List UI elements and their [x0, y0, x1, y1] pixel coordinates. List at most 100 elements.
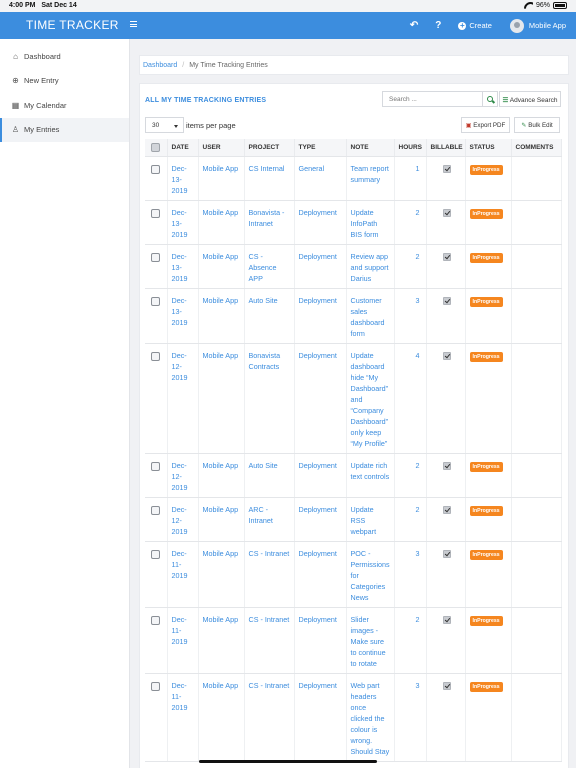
sidebar-item-my-entries[interactable]: ♙ My Entries [0, 117, 129, 142]
cell-date[interactable]: Dec-12-2019 [167, 497, 199, 542]
column-header-billable[interactable]: BILLABLE [426, 139, 466, 157]
cell-date[interactable]: Dec-11-2019 [167, 673, 199, 762]
column-header-comments[interactable]: COMMENTS [511, 139, 562, 157]
column-header-project[interactable]: PROJECT [244, 139, 295, 157]
row-select-checkbox[interactable] [151, 252, 161, 262]
search-button[interactable] [483, 91, 498, 107]
billable-check-icon [442, 164, 451, 173]
cell-billable [426, 497, 466, 542]
table-row[interactable]: Dec-13-2019 Mobile App Bonavista - Intrane… [145, 200, 562, 245]
cell-comments [511, 541, 562, 608]
cell-date[interactable]: Dec-11-2019 [167, 541, 199, 608]
row-select-checkbox[interactable] [151, 461, 161, 471]
plus-circle-icon: ⊕ [12, 76, 19, 86]
sidebar-item-new-entry[interactable]: ⊕ New Entry [0, 69, 129, 94]
table-row[interactable]: Dec-11-2019 Mobile App CS - Intranet Deploy… [145, 607, 562, 674]
entries-table: DATE USER PROJECT TYPE NOTE HOURS BILLABLE STAT… [145, 139, 562, 762]
calendar-icon: ▦ [11, 100, 20, 110]
cell-type: Deployment [294, 343, 347, 454]
advance-search-button[interactable]: ☰ Advance Search [499, 91, 561, 107]
export-pdf-button[interactable]: ▣ Export PDF [461, 117, 510, 133]
cell-date[interactable]: Dec-13-2019 [167, 244, 199, 289]
row-select-checkbox[interactable] [151, 615, 161, 625]
billable-check-icon [442, 461, 451, 470]
cell-hours: 2 [394, 453, 427, 498]
row-select-cell [145, 453, 168, 498]
column-header-hours[interactable]: HOURS [394, 139, 427, 157]
column-header-user[interactable]: USER [198, 139, 245, 157]
cell-type: Deployment [294, 244, 347, 289]
row-select-cell [145, 343, 168, 454]
sidebar-item-label: New Entry [24, 76, 59, 86]
undo-icon[interactable]: ↶ [410, 20, 418, 31]
column-header-date[interactable]: DATE [167, 139, 199, 157]
page-size-value: 30 [152, 122, 160, 129]
row-select-checkbox[interactable] [151, 351, 161, 361]
row-select-checkbox[interactable] [151, 681, 161, 691]
search-input[interactable] [382, 91, 483, 107]
cell-comments [511, 453, 562, 498]
caret-down-icon [174, 125, 178, 128]
cell-type: Deployment [294, 453, 347, 498]
create-button[interactable]: + Create [458, 21, 492, 30]
cell-hours: 1 [394, 156, 427, 201]
cell-date[interactable]: Dec-13-2019 [167, 288, 199, 344]
cell-project: Bonavista - Intranet [244, 200, 295, 245]
table-row[interactable]: Dec-12-2019 Mobile App Bonavista Contracts… [145, 343, 562, 454]
create-label: Create [469, 21, 492, 30]
cell-date[interactable]: Dec-12-2019 [167, 453, 199, 498]
table-row[interactable]: Dec-12-2019 Mobile App Auto Site Deployment… [145, 453, 562, 498]
cell-date[interactable]: Dec-12-2019 [167, 343, 199, 454]
billable-check-icon [442, 252, 451, 261]
sidebar-item-my-calendar[interactable]: ▦ My Calendar [0, 93, 129, 118]
table-row[interactable]: Dec-13-2019 Mobile App CS - Absence APP Dep… [145, 244, 562, 289]
bulk-edit-button[interactable]: ✎ Bulk Edit [514, 117, 560, 133]
cell-billable [426, 244, 466, 289]
cell-type: General [294, 156, 347, 201]
row-select-cell [145, 244, 168, 289]
breadcrumb-dashboard-link[interactable]: Dashboard [143, 62, 177, 69]
home-indicator [199, 760, 377, 763]
column-header-type[interactable]: TYPE [294, 139, 347, 157]
cell-user: Mobile App [198, 244, 245, 289]
cell-date[interactable]: Dec-11-2019 [167, 607, 199, 674]
row-select-checkbox[interactable] [151, 296, 161, 306]
main-content: Dashboard / My Time Tracking Entries ALL… [130, 39, 576, 768]
table-row[interactable]: Dec-11-2019 Mobile App CS - Intranet Deploy… [145, 541, 562, 608]
table-row[interactable]: Dec-13-2019 Mobile App CS Internal General T… [145, 156, 562, 201]
cell-comments [511, 343, 562, 454]
cell-date[interactable]: Dec-13-2019 [167, 156, 199, 201]
cell-comments [511, 497, 562, 542]
column-header-note[interactable]: NOTE [346, 139, 395, 157]
row-select-cell [145, 541, 168, 608]
help-icon[interactable]: ? [435, 20, 441, 31]
row-select-checkbox[interactable] [151, 505, 161, 515]
sidebar-nav: ⌂ Dashboard ⊕ New Entry ▦ My Calendar ♙ My Entr… [0, 39, 129, 142]
sidebar-item-dashboard[interactable]: ⌂ Dashboard [0, 44, 129, 69]
column-header-status[interactable]: STATUS [465, 139, 512, 157]
cell-project: CS - Absence APP [244, 244, 295, 289]
search-icon [487, 96, 493, 102]
cell-note: Slider images - Make sure to continue to… [346, 607, 395, 674]
table-row[interactable]: Dec-11-2019 Mobile App CS - Intranet Deploy… [145, 673, 562, 762]
cell-type: Deployment [294, 200, 347, 245]
row-select-checkbox[interactable] [151, 164, 161, 174]
row-select-checkbox[interactable] [151, 208, 161, 218]
cell-project: Auto Site [244, 453, 295, 498]
pdf-icon: ▣ [465, 122, 472, 129]
cell-hours: 2 [394, 244, 427, 289]
advance-search-label: Advance Search [509, 97, 558, 104]
cell-billable [426, 343, 466, 454]
user-menu[interactable]: Mobile App [509, 18, 566, 33]
page-size-select[interactable]: 30 [145, 117, 184, 133]
cell-user: Mobile App [198, 156, 245, 201]
table-row[interactable]: Dec-12-2019 Mobile App ARC - Intranet Deplo… [145, 497, 562, 542]
table-row[interactable]: Dec-13-2019 Mobile App Auto Site Deployment… [145, 288, 562, 344]
cell-date[interactable]: Dec-13-2019 [167, 200, 199, 245]
cell-user: Mobile App [198, 343, 245, 454]
row-select-checkbox[interactable] [151, 549, 161, 559]
menu-toggle-icon[interactable] [130, 21, 137, 27]
select-all-checkbox[interactable] [151, 142, 161, 152]
billable-check-icon [442, 296, 451, 305]
cell-project: CS Internal [244, 156, 295, 201]
